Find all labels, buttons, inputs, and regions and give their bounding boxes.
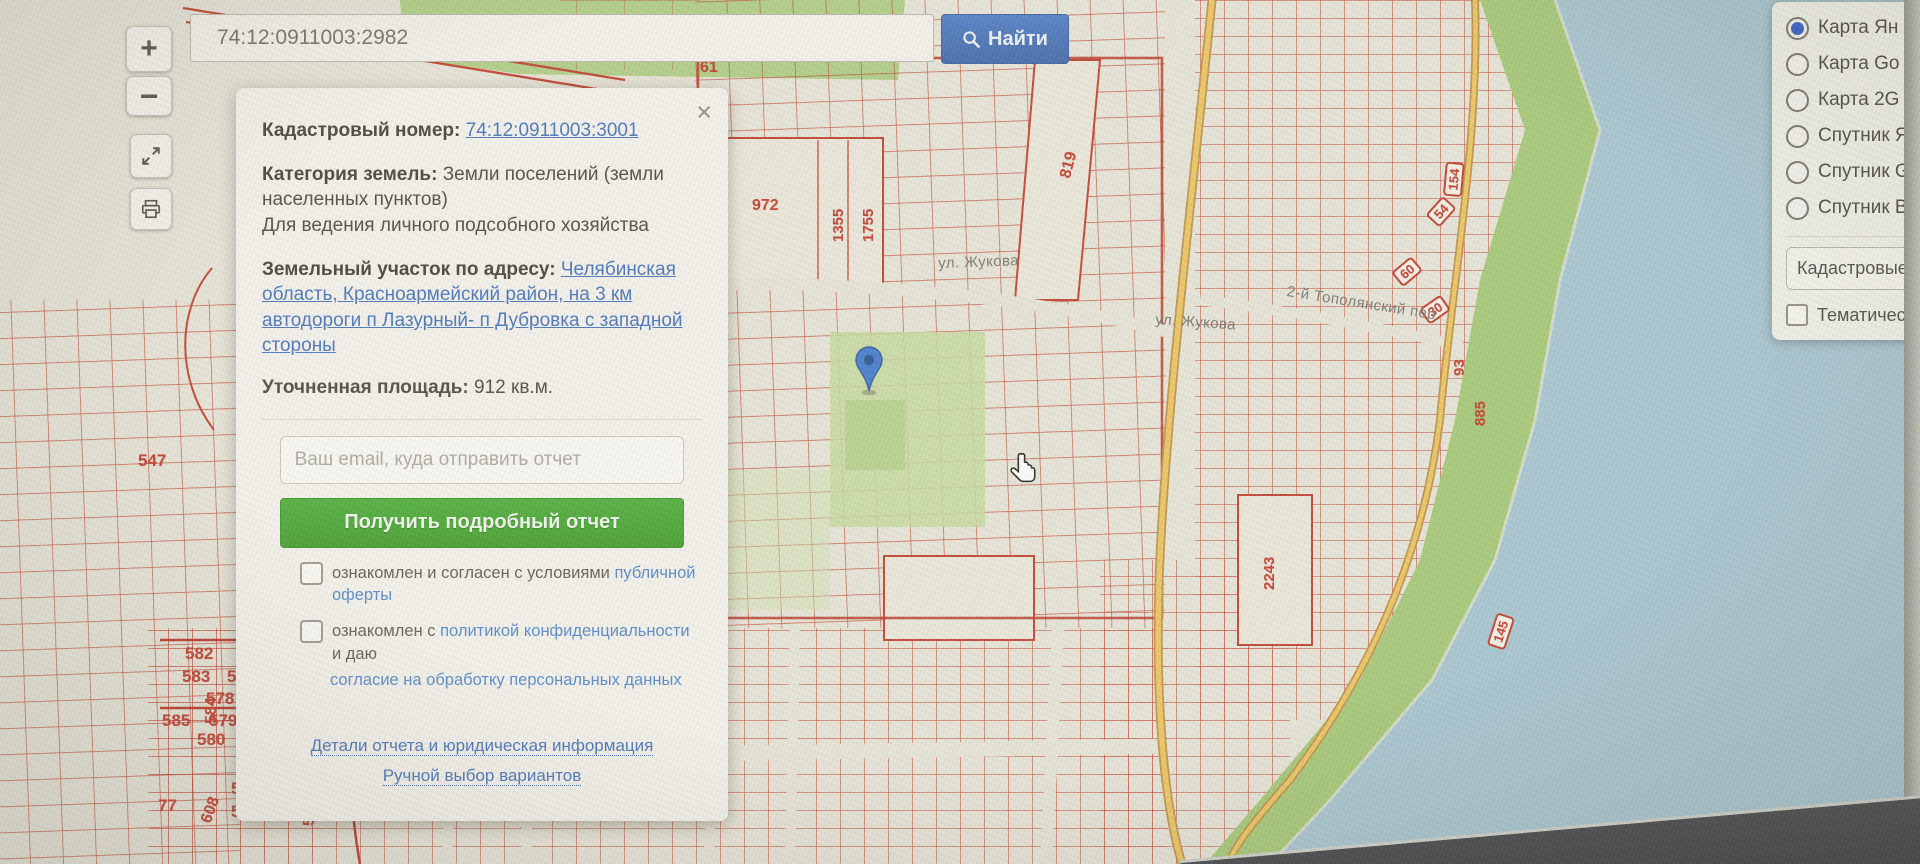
area-value: 912 кв.м.	[474, 377, 554, 399]
layer-option[interactable]: Карта Ян	[1786, 10, 1920, 46]
privacy-consent-text: ознакомлен с политикой конфиденциальност…	[332, 622, 690, 663]
thematic-checkbox-row[interactable]: Тематическая	[1786, 304, 1920, 326]
plus-icon: +	[140, 32, 158, 65]
land-category-row: Категория земель: Земли поселений (земли…	[262, 162, 702, 213]
layer-option[interactable]: Спутник Я	[1786, 118, 1920, 154]
layer-option[interactable]: Карта Go	[1786, 46, 1920, 82]
layer-option-label: Карта Go	[1818, 53, 1900, 74]
printer-icon	[141, 199, 161, 219]
layer-option-label: Спутник В	[1818, 197, 1908, 218]
cadastral-number-row: Кадастровый номер: 74:12:0911003:3001	[262, 118, 702, 144]
popup-footer-links: Детали отчета и юридическая информация Р…	[262, 731, 702, 791]
expand-icon	[142, 147, 160, 165]
layer-option-label: Спутник G	[1818, 161, 1910, 182]
layer-option[interactable]: Карта 2G	[1786, 82, 1920, 118]
zoom-in-button[interactable]: +	[126, 26, 172, 72]
cadastral-number-link[interactable]: 74:12:0911003:3001	[466, 120, 639, 141]
radio-icon[interactable]	[1786, 88, 1809, 112]
map-pin-icon	[855, 346, 883, 396]
address-row: Земельный участок по адресу: Челябинская…	[262, 257, 702, 360]
radio-icon[interactable]	[1786, 52, 1809, 76]
layer-options: Карта Ян Карта Go Карта 2G Спутник Я Спутник…	[1786, 10, 1920, 226]
offer-consent-text: ознакомлен и согласен с условиями публич…	[332, 563, 696, 605]
personal-data-consent-line: согласие на обработку персональных данны…	[330, 669, 702, 691]
privacy-consent-checkbox[interactable]	[300, 620, 323, 644]
layer-option[interactable]: Спутник В	[1786, 190, 1920, 226]
fullscreen-button[interactable]	[130, 134, 172, 178]
layer-option-label: Карта Ян	[1818, 17, 1899, 38]
screen: 61 972 1355 1755 819 547 154 54 60 30 93 885 2243 145…	[0, 0, 1920, 864]
screen-edge-strip	[1904, 0, 1920, 806]
layers-panel: Карта Ян Карта Go Карта 2G Спутник Я Спутник…	[1772, 2, 1920, 340]
offer-consent-checkbox[interactable]	[300, 561, 323, 585]
cadastral-boundaries-box[interactable]: Кадастровые гра	[1786, 247, 1920, 290]
offer-consent-checkbox-row[interactable]: ознакомлен и согласен с условиями публич…	[300, 561, 702, 607]
privacy-consent-checkbox-row[interactable]: ознакомлен с политикой конфиденциальност…	[300, 620, 702, 665]
personal-data-consent-link[interactable]: согласие на обработку персональных данны…	[330, 671, 682, 689]
layer-option-label: Карта 2G	[1818, 89, 1900, 110]
panel-divider	[1786, 236, 1920, 237]
parcel-info-popup: × Кадастровый номер: 74:12:0911003:3001 …	[236, 88, 728, 821]
report-details-link[interactable]: Детали отчета и юридическая информация	[310, 736, 654, 757]
get-report-button[interactable]: Получить подробный отчет	[279, 497, 685, 548]
radio-selected-icon[interactable]	[1786, 16, 1809, 40]
layer-option-label: Спутник Я	[1818, 125, 1909, 146]
radio-icon[interactable]	[1786, 124, 1809, 148]
find-button[interactable]: Найти	[941, 14, 1069, 64]
search-bar: Найти	[190, 14, 1069, 64]
area-label: Уточненная площадь:	[262, 377, 469, 399]
cadastral-number-label: Кадастровый номер:	[262, 120, 461, 141]
area-row: Уточненная площадь: 912 кв.м.	[262, 375, 702, 401]
land-category-label: Категория земель:	[262, 163, 438, 185]
privacy-policy-link[interactable]: политикой конфиденциальности	[440, 622, 690, 640]
radio-icon[interactable]	[1786, 160, 1809, 184]
manual-choice-link[interactable]: Ручной выбор вариантов	[382, 765, 582, 786]
address-label: Земельный участок по адресу:	[262, 258, 556, 280]
search-input[interactable]	[190, 14, 934, 62]
thematic-checkbox[interactable]	[1786, 304, 1808, 326]
search-icon	[963, 30, 980, 48]
land-usage: Для ведения личного подсобного хозяйства	[262, 214, 649, 236]
hand-pointer-icon	[1010, 453, 1036, 483]
find-button-label: Найти	[988, 27, 1048, 50]
print-button[interactable]	[130, 188, 172, 230]
zoom-out-button[interactable]: −	[126, 76, 172, 116]
radio-icon[interactable]	[1786, 196, 1809, 220]
popup-divider	[262, 418, 702, 420]
layer-option[interactable]: Спутник G	[1786, 154, 1920, 190]
close-icon[interactable]: ×	[696, 94, 712, 130]
minus-icon: −	[139, 77, 159, 114]
email-field[interactable]	[279, 435, 685, 484]
